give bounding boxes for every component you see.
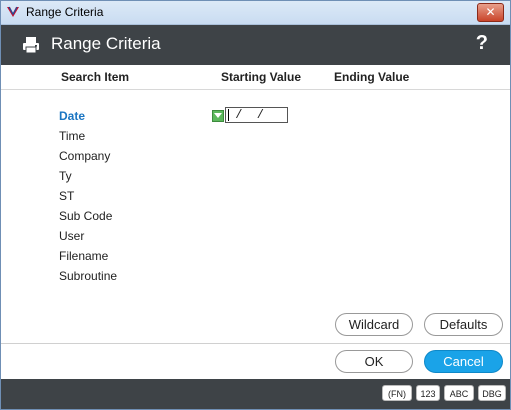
dialog-title: Range Criteria (51, 34, 161, 53)
search-item-ty[interactable]: Ty (59, 169, 117, 189)
range-criteria-window: Range Criteria ✕ Range Criteria ? Search… (0, 0, 511, 410)
search-item-subroutine[interactable]: Subroutine (59, 269, 117, 289)
app-logo-icon (7, 6, 19, 17)
search-item-date[interactable]: Date (59, 109, 117, 129)
text-caret (228, 109, 229, 121)
ok-button[interactable]: OK (335, 350, 413, 373)
cancel-button[interactable]: Cancel (424, 350, 503, 373)
status-abc-button[interactable]: ABC (444, 385, 474, 401)
defaults-button[interactable]: Defaults (424, 313, 503, 336)
column-starting-value: Starting Value (221, 70, 302, 84)
dialog-header: Range Criteria ? (1, 25, 510, 65)
date-input-value: / / (228, 108, 265, 122)
search-item-company[interactable]: Company (59, 149, 117, 169)
column-ending-value: Ending Value (334, 70, 410, 84)
window-title-bar[interactable]: Range Criteria ✕ (1, 1, 510, 25)
help-button[interactable]: ? (476, 32, 488, 55)
search-item-time[interactable]: Time (59, 129, 117, 149)
search-item-sub-code[interactable]: Sub Code (59, 209, 117, 229)
column-search-item: Search Item (61, 70, 130, 84)
button-separator (1, 343, 510, 344)
search-item-user[interactable]: User (59, 229, 117, 249)
printer-icon (23, 37, 39, 54)
search-item-filename[interactable]: Filename (59, 249, 117, 269)
status-123-button[interactable]: 123 (416, 385, 440, 401)
status-bar: (FN) 123 ABC DBG (1, 379, 510, 409)
status-dbg-button[interactable]: DBG (478, 385, 506, 401)
window-close-button[interactable]: ✕ (477, 3, 504, 22)
window-title: Range Criteria (26, 5, 104, 19)
date-dropdown-icon[interactable] (212, 110, 224, 122)
date-starting-value-input[interactable]: / / (225, 107, 288, 123)
search-item-list: Date Time Company Ty ST Sub Code User Fi… (59, 109, 117, 289)
status-fn-button[interactable]: (FN) (382, 385, 412, 401)
search-item-st[interactable]: ST (59, 189, 117, 209)
wildcard-button[interactable]: Wildcard (335, 313, 413, 336)
column-header-row: Search Item Starting Value Ending Value (1, 65, 510, 90)
